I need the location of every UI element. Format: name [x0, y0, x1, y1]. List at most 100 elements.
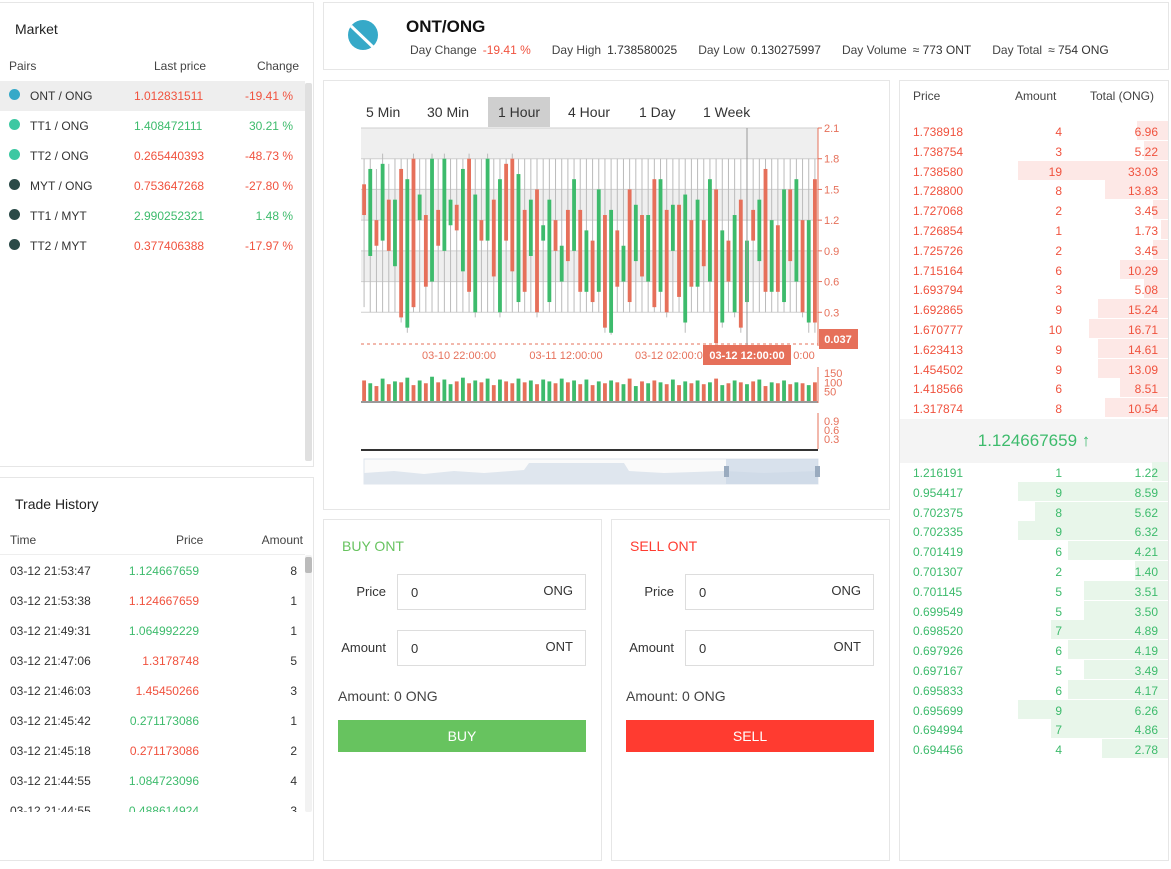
candle-body [652, 179, 657, 308]
ask-row[interactable]: 1.728800 8 13.83 [900, 180, 1168, 200]
ask-row[interactable]: 1.692865 9 15.24 [900, 299, 1168, 319]
volume-bar [386, 384, 391, 401]
pair-last-price: 0.377406388 [134, 239, 205, 253]
trade-time: 03-12 21:47:06 [10, 654, 91, 668]
trade-history-title: Trade History [15, 496, 99, 512]
ask-row[interactable]: 1.726854 1 1.73 [900, 220, 1168, 239]
ask-row[interactable]: 1.715164 6 10.29 [900, 259, 1168, 279]
ont-logo-icon [348, 20, 378, 50]
ask-row[interactable]: 1.727068 2 3.45 [900, 200, 1168, 220]
order-total: 4.17 [1134, 683, 1158, 698]
candle-body [417, 194, 422, 221]
pair-last-price: 0.753647268 [134, 179, 205, 193]
candle-body [670, 204, 675, 251]
ask-row[interactable]: 1.738754 3 5.22 [900, 140, 1168, 160]
bid-row[interactable]: 0.702375 8 5.62 [900, 501, 1168, 521]
order-amount: 2 [1055, 565, 1062, 579]
tt2-coin-icon [9, 149, 20, 160]
bid-row[interactable]: 0.694456 4 2.78 [900, 739, 1168, 759]
tt1-coin-icon [9, 209, 20, 220]
ask-row[interactable]: 1.418566 6 8.51 [900, 378, 1168, 398]
buy-form: BUY ONT Price 0 ONG Amount 0 ONT Amount:… [323, 519, 602, 861]
order-amount: 2 [1055, 243, 1062, 258]
ask-row[interactable]: 1.725726 2 3.45 [900, 239, 1168, 259]
volume-bar [436, 382, 441, 401]
market-row[interactable]: TT1 / ONG 1.408472111 30.21 % [0, 111, 305, 141]
history-scrollbar-track[interactable] [305, 555, 312, 812]
order-total: 8.59 [1134, 485, 1158, 500]
bid-row[interactable]: 0.701145 5 3.51 [900, 580, 1168, 600]
depth-bar [1160, 220, 1168, 239]
bid-row[interactable]: 0.701307 2 1.40 [900, 561, 1168, 580]
navigator-handle-right [815, 466, 820, 477]
history-scrollbar-thumb[interactable] [305, 557, 312, 573]
bid-row[interactable]: 0.698520 7 4.89 [900, 620, 1168, 640]
volume-bar [677, 385, 681, 401]
volume-bar [399, 382, 404, 401]
order-amount: 1 [1055, 466, 1062, 480]
bid-row[interactable]: 0.701419 6 4.21 [900, 541, 1168, 561]
bid-row[interactable]: 0.699549 5 3.50 [900, 600, 1168, 620]
bid-row[interactable]: 0.695699 9 6.26 [900, 699, 1168, 719]
candle-body [640, 215, 644, 277]
ask-row[interactable]: 1.738918 4 6.96 [900, 121, 1168, 140]
stat-label: Day Volume [841, 43, 907, 57]
bid-row[interactable]: 0.954417 9 8.59 [900, 481, 1168, 501]
sell-price-input[interactable]: 0 ONG [685, 574, 874, 610]
candlestick-chart[interactable]: 2.1 1.8 1.5 1.2 0.9 0.6 0.3 03-12 12:00:00 0.037… [324, 81, 890, 510]
tt1-coin-icon [9, 119, 20, 130]
volume-bar [547, 381, 552, 401]
volume-bar [417, 380, 422, 401]
buy-price-input[interactable]: 0 ONG [397, 574, 586, 610]
candle-body [714, 189, 719, 343]
trade-row: 03-12 21:45:18 0.271173086 2 [0, 735, 305, 765]
bid-row[interactable]: 0.702335 9 6.32 [900, 521, 1168, 541]
bid-row[interactable]: 0.697167 5 3.49 [900, 660, 1168, 679]
ask-row[interactable]: 1.317874 8 10.54 [900, 398, 1168, 418]
bid-row[interactable]: 0.695833 6 4.17 [900, 679, 1168, 699]
chart-panel: 5 Min 30 Min 1 Hour 4 Hour 1 Day 1 Week 2.1 1.… [323, 80, 890, 510]
market-row[interactable]: TT1 / MYT 2.990252321 1.48 % [0, 201, 305, 231]
ask-row[interactable]: 1.623413 9 14.61 [900, 338, 1168, 358]
market-row[interactable]: TT2 / ONG 0.265440393 -48.73 % [0, 141, 305, 171]
bid-row[interactable]: 1.216191 1 1.22 [900, 462, 1168, 481]
market-row[interactable]: TT2 / MYT 0.377406388 -17.97 % [0, 231, 305, 261]
candle-body [535, 189, 539, 313]
pair-name: TT1 / ONG [30, 119, 89, 133]
sell-price-unit: ONG [831, 583, 861, 598]
market-row[interactable]: ONT / ONG 1.012831511 -19.41 % [0, 81, 305, 111]
order-price: 1.317874 [913, 402, 964, 417]
sell-button[interactable]: SELL [626, 720, 874, 752]
volume-bar [603, 383, 607, 401]
order-total: 3.51 [1134, 584, 1158, 599]
ask-row[interactable]: 1.454502 9 13.09 [900, 358, 1168, 378]
x-tick-label: 03-12 02:00:00 [635, 350, 709, 362]
order-total: 13.09 [1127, 362, 1158, 377]
ask-row[interactable]: 1.670777 10 16.71 [900, 319, 1168, 338]
sell-form-title: SELL ONT [630, 538, 698, 554]
market-row[interactable]: MYT / ONG 0.753647268 -27.80 % [0, 171, 305, 201]
candle-body [658, 179, 663, 292]
bid-row[interactable]: 0.694994 7 4.86 [900, 719, 1168, 739]
trade-row: 03-12 21:44:55 1.084723096 4 [0, 765, 305, 795]
market-scrollbar[interactable] [305, 83, 312, 461]
ask-row[interactable]: 1.693794 3 5.08 [900, 279, 1168, 299]
buy-button[interactable]: BUY [338, 720, 586, 752]
ask-row[interactable]: 1.738580 19 33.03 [900, 160, 1168, 180]
volume-bar [782, 380, 786, 401]
volume-bar [491, 385, 496, 401]
candle-body [578, 209, 583, 292]
buy-total: Amount: 0 ONG [338, 688, 438, 704]
buy-amount-input[interactable]: 0 ONT [397, 630, 586, 666]
order-price: 1.418566 [913, 382, 964, 397]
bid-row[interactable]: 0.697926 6 4.19 [900, 640, 1168, 660]
sell-amount-input[interactable]: 0 ONT [685, 630, 874, 666]
price-tick-label: 0.6 [824, 277, 839, 289]
stat-value: ≈ 754 ONG [1048, 43, 1109, 57]
price-tick-label: 1.8 [824, 154, 839, 166]
order-total: 5.22 [1134, 144, 1158, 159]
stat-day-low: Day Low 0.130275997 [698, 43, 821, 57]
order-amount: 3 [1055, 283, 1062, 298]
volume-bar [504, 381, 509, 401]
trade-price: 1.124667659 [128, 564, 199, 578]
